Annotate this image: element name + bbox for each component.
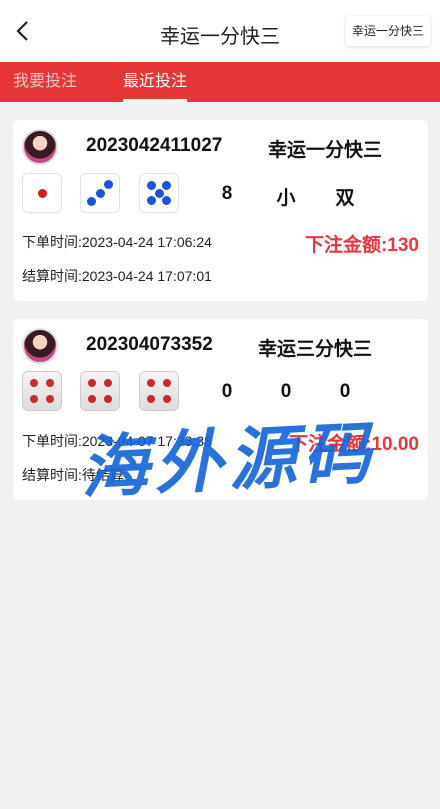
- result-size: 0: [280, 381, 292, 402]
- settle-time-value: 2023-04-24 17:07:01: [81, 268, 212, 284]
- dice-1-icon: [22, 173, 62, 213]
- bet-amount-label: 下注金额:: [304, 235, 388, 256]
- order-time: 下单时间:2023-04-24 17:06:24: [22, 232, 212, 252]
- dice-pip: [103, 379, 112, 388]
- dice-pip: [45, 379, 54, 388]
- header: 幸运一分快三 幸运一分快三: [0, 0, 440, 63]
- order-time-label: 下单时间:: [22, 433, 82, 449]
- order-time-value: 2023-04-24 17:06:24: [81, 234, 212, 250]
- dice-4-icon: [139, 371, 179, 411]
- dice-pip: [147, 394, 156, 403]
- dice-4-icon: [22, 371, 62, 411]
- dice-pip: [162, 394, 171, 403]
- avatar: [22, 129, 58, 165]
- dice-pip: [88, 394, 97, 403]
- dice-pip: [30, 394, 39, 403]
- tab-recent-bets[interactable]: 最近投注: [123, 62, 188, 102]
- result-sum: 0: [221, 381, 233, 402]
- result-parity: 双: [335, 188, 355, 209]
- tab-bar: 我要投注 最近投注: [0, 62, 440, 102]
- dice-pip: [45, 394, 54, 403]
- dice-pip: [146, 196, 156, 206]
- settle-time: 结算时间:2023-04-24 17:07:01: [22, 266, 212, 286]
- watermark: 海外源码: [78, 413, 379, 509]
- dice-4-icon: [80, 371, 120, 411]
- dice-pip: [146, 180, 156, 190]
- bet-amount: 下注金额:130: [305, 230, 419, 257]
- settle-time-label: 结算时间:: [22, 268, 82, 284]
- order-time-label: 下单时间:: [22, 234, 82, 250]
- settle-time-label: 结算时间:: [22, 467, 82, 483]
- dice-pip: [88, 379, 97, 388]
- order-number: 2023042411027: [86, 135, 223, 156]
- dice-pip: [87, 196, 97, 206]
- dice-pip: [147, 379, 156, 388]
- avatar: [22, 328, 58, 364]
- dice-pip: [30, 379, 39, 388]
- dice-pip: [95, 188, 105, 198]
- dice-pip: [154, 188, 164, 198]
- dice-pip: [162, 196, 172, 206]
- order-number: 202304073352: [86, 334, 213, 355]
- bet-card[interactable]: 2023042411027 幸运一分快三 8 小 双 下单时间:2023-04-…: [13, 120, 428, 301]
- dice-5-icon: [139, 173, 179, 213]
- dice-pip: [103, 394, 112, 403]
- game-switch-button[interactable]: 幸运一分快三: [345, 16, 430, 46]
- result-size: 小: [276, 188, 296, 209]
- bet-amount-value: 10.00: [371, 434, 419, 455]
- dice-pip: [162, 379, 171, 388]
- tab-place-bet[interactable]: 我要投注: [13, 62, 77, 102]
- bet-amount-value: 130: [387, 235, 419, 256]
- game-name: 幸运一分快三: [268, 140, 383, 161]
- dice-pip: [37, 188, 47, 198]
- game-name: 幸运三分快三: [258, 339, 373, 360]
- result-sum: 8: [221, 183, 233, 204]
- dice-3-icon: [80, 173, 120, 213]
- dice-pip: [162, 180, 172, 190]
- dice-pip: [103, 180, 113, 190]
